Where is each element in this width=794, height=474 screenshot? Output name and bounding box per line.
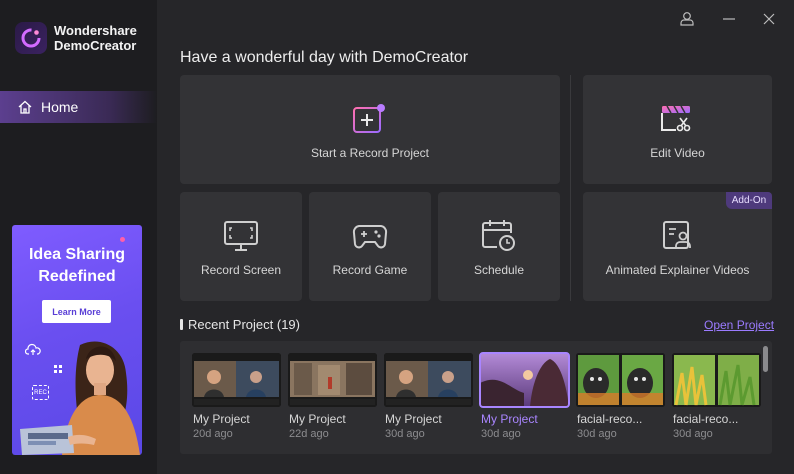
addon-badge: Add-On bbox=[726, 192, 772, 209]
recent-title-marker bbox=[180, 319, 183, 330]
project-thumbnail[interactable] bbox=[384, 353, 473, 407]
recent-project-item[interactable]: My Project 20d ago bbox=[192, 353, 281, 440]
start-record-project-card[interactable]: Start a Record Project bbox=[180, 75, 560, 184]
learn-more-button[interactable]: Learn More bbox=[42, 300, 111, 323]
edit-video-card[interactable]: Edit Video bbox=[583, 75, 772, 184]
gamepad-icon bbox=[352, 225, 388, 249]
animated-explainer-card[interactable]: Add-On Animated Explainer Videos bbox=[583, 192, 772, 301]
record-screen-card[interactable]: Record Screen bbox=[180, 192, 302, 301]
project-thumbnail[interactable] bbox=[192, 353, 281, 407]
promo-title: Idea Sharing Redefined bbox=[12, 244, 142, 288]
add-record-project-icon bbox=[353, 104, 385, 133]
edit-video-icon bbox=[661, 105, 691, 132]
project-date: 22d ago bbox=[289, 428, 329, 440]
record-screen-icon bbox=[224, 221, 258, 251]
recent-project-item[interactable]: facial-reco... 30d ago bbox=[672, 353, 761, 440]
close-icon[interactable] bbox=[760, 10, 778, 28]
promo-woman-illustration bbox=[20, 341, 140, 455]
promo-title-line2: Redefined bbox=[38, 268, 116, 285]
project-date: 30d ago bbox=[385, 428, 425, 440]
minimize-icon[interactable] bbox=[720, 10, 738, 28]
promo-title-line1: Idea Sharing bbox=[28, 246, 126, 263]
project-name: facial-reco... bbox=[673, 412, 739, 426]
app-logo: Wondershare DemoCreator bbox=[15, 22, 137, 54]
record-game-card[interactable]: Record Game bbox=[309, 192, 431, 301]
project-date: 30d ago bbox=[481, 428, 521, 440]
account-icon[interactable] bbox=[678, 10, 696, 28]
project-thumbnail[interactable] bbox=[576, 353, 665, 407]
promo-dot bbox=[120, 237, 125, 242]
app-name-line1: Wondershare bbox=[54, 23, 137, 38]
greeting-title: Have a wonderful day with DemoCreator bbox=[180, 49, 469, 66]
democreator-logo-icon bbox=[15, 22, 47, 54]
card-divider bbox=[570, 75, 571, 301]
recent-project-item[interactable]: My Project 22d ago bbox=[288, 353, 377, 440]
project-date: 20d ago bbox=[193, 428, 233, 440]
sidebar-item-home-label: Home bbox=[41, 99, 79, 115]
app-name: Wondershare DemoCreator bbox=[54, 23, 137, 53]
record-game-label: Record Game bbox=[332, 263, 408, 277]
project-name: My Project bbox=[481, 412, 538, 426]
project-date: 30d ago bbox=[673, 428, 713, 440]
start-record-project-label: Start a Record Project bbox=[310, 146, 430, 160]
edit-video-label: Edit Video bbox=[650, 146, 705, 160]
project-name: My Project bbox=[193, 412, 250, 426]
sidebar-item-home[interactable]: Home bbox=[0, 91, 157, 123]
project-name: facial-reco... bbox=[577, 412, 643, 426]
animated-explainer-icon bbox=[663, 221, 691, 249]
app-name-line2: DemoCreator bbox=[54, 38, 137, 53]
project-thumbnail[interactable] bbox=[479, 352, 570, 408]
project-name: My Project bbox=[385, 412, 442, 426]
recent-scrollbar[interactable] bbox=[763, 346, 768, 372]
animated-explainer-label: Animated Explainer Videos bbox=[605, 263, 750, 277]
schedule-card[interactable]: Schedule bbox=[438, 192, 560, 301]
project-name: My Project bbox=[289, 412, 346, 426]
schedule-label: Schedule bbox=[473, 263, 525, 277]
home-icon bbox=[18, 100, 32, 114]
recent-project-item-selected[interactable]: My Project 30d ago bbox=[479, 352, 570, 440]
sidebar: Wondershare DemoCreator Home Idea Sharin… bbox=[0, 0, 157, 474]
recent-project-item[interactable]: My Project 30d ago bbox=[384, 353, 473, 440]
promo-banner[interactable]: Idea Sharing Redefined Learn More REC bbox=[12, 225, 142, 455]
recent-project-item[interactable]: facial-reco... 30d ago bbox=[576, 353, 665, 440]
project-date: 30d ago bbox=[577, 428, 617, 440]
recent-projects-title: Recent Project (19) bbox=[188, 317, 300, 332]
open-project-link[interactable]: Open Project bbox=[704, 318, 774, 332]
calendar-clock-icon bbox=[482, 220, 515, 251]
project-thumbnail[interactable] bbox=[288, 353, 377, 407]
record-screen-label: Record Screen bbox=[200, 263, 282, 277]
project-thumbnail[interactable] bbox=[672, 353, 761, 407]
